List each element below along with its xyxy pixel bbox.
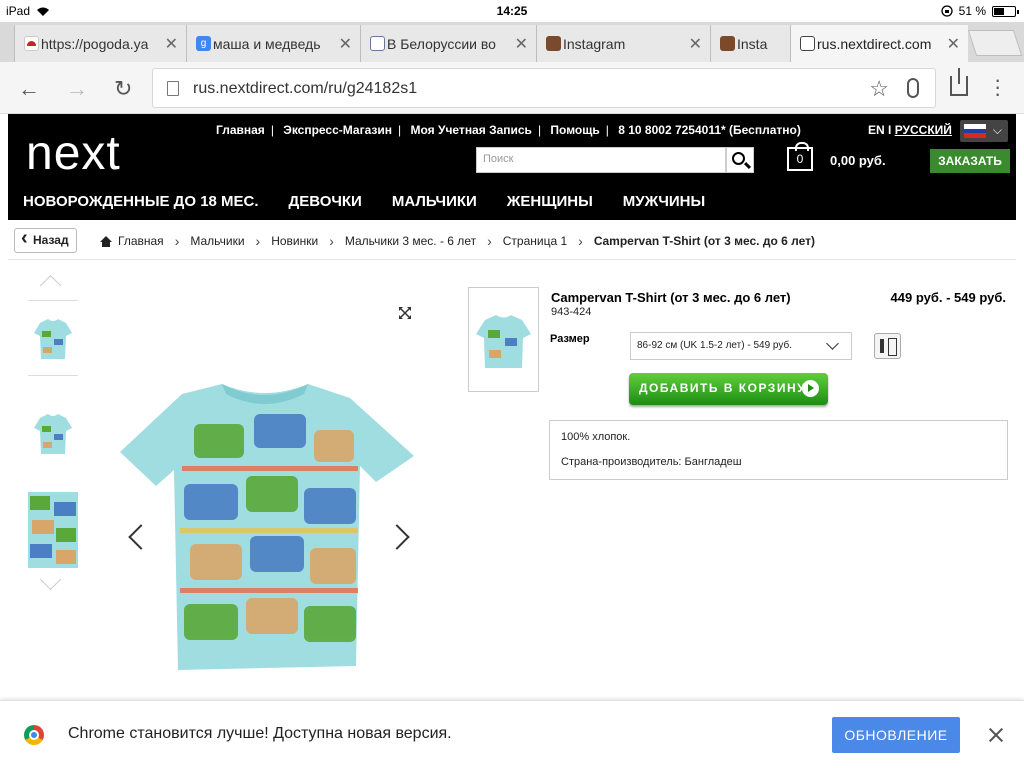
instagram-icon bbox=[546, 36, 561, 51]
shopping-bag-icon[interactable]: 0 bbox=[787, 142, 813, 171]
close-tab-icon[interactable]: ✕ bbox=[339, 34, 352, 54]
crumb-home[interactable]: Главная bbox=[118, 234, 164, 248]
lang-en[interactable]: EN I bbox=[868, 123, 891, 137]
thumbnail-back[interactable] bbox=[28, 396, 78, 472]
play-arrow-icon bbox=[802, 380, 819, 397]
microphone-icon[interactable] bbox=[907, 78, 919, 98]
nav-women[interactable]: ЖЕНЩИНЫ bbox=[507, 186, 593, 220]
color-swatch[interactable] bbox=[468, 287, 539, 392]
home-icon bbox=[100, 235, 112, 247]
ios-status-bar: iPad 14:25 51 % bbox=[0, 0, 1024, 22]
thumbnail-front[interactable] bbox=[28, 300, 78, 376]
size-select[interactable]: 86-92 см (UK 1.5-2 лет) - 549 руб. bbox=[630, 332, 852, 360]
expand-image-icon[interactable] bbox=[398, 306, 412, 320]
crumb-boys[interactable]: Мальчики bbox=[190, 234, 244, 248]
thumbnails-up-arrow-icon[interactable] bbox=[38, 274, 66, 288]
google-search-icon: g bbox=[196, 36, 211, 51]
link-my-account[interactable]: Моя Учетная Запись bbox=[410, 123, 531, 137]
next-image-arrow-icon[interactable] bbox=[392, 524, 408, 550]
status-time: 14:25 bbox=[496, 4, 528, 18]
forward-arrow-icon[interactable]: → bbox=[66, 76, 88, 102]
close-tab-icon[interactable]: ✕ bbox=[515, 34, 528, 54]
crumb-page-1[interactable]: Страница 1 bbox=[503, 234, 567, 248]
next-logo[interactable]: next bbox=[26, 126, 121, 181]
back-arrow-icon[interactable]: ← bbox=[18, 76, 40, 102]
close-tab-icon[interactable]: ✕ bbox=[165, 34, 178, 54]
url-text[interactable]: rus.nextdirect.com/ru/g24182s1 bbox=[193, 80, 417, 98]
breadcrumb-bar: Назад Главная› Мальчики› Новинки› Мальчи… bbox=[8, 220, 1016, 260]
chrome-update-infobar: Chrome становится лучше! Доступна новая … bbox=[0, 700, 1024, 768]
site-header: next Главная | Экспресс-Магазин | Моя Учет… bbox=[8, 114, 1016, 220]
size-label: Размер bbox=[550, 333, 590, 345]
material-text: 100% хлопок. bbox=[561, 431, 631, 443]
address-bar[interactable]: rus.nextdirect.com/ru/g24182s1 ☆ bbox=[152, 68, 936, 108]
browser-tab-strip: https://pogoda.ya ✕ g маша и медведь ✕ В… bbox=[0, 22, 1024, 62]
thumbnail-detail[interactable] bbox=[28, 492, 78, 568]
main-navigation: НОВОРОЖДЕННЫЕ ДО 18 МЕС. ДЕВОЧКИ МАЛЬЧИК… bbox=[8, 186, 1016, 220]
size-guide-icon[interactable] bbox=[874, 333, 901, 359]
product-main-image[interactable] bbox=[114, 384, 420, 674]
page-icon bbox=[167, 81, 179, 96]
search-input[interactable]: Поиск bbox=[476, 147, 726, 173]
battery-percent: 51 % bbox=[958, 4, 986, 18]
tab-instagram-2[interactable]: Insta bbox=[710, 25, 790, 62]
chevron-down-icon: ⌵ bbox=[992, 123, 1002, 137]
size-selected-value: 86-92 см (UK 1.5-2 лет) - 549 руб. bbox=[637, 340, 792, 351]
lang-ru[interactable]: РУССКИЙ bbox=[895, 123, 952, 137]
bookmark-star-icon[interactable]: ☆ bbox=[869, 76, 889, 102]
back-button[interactable]: Назад bbox=[14, 227, 77, 253]
search-button[interactable] bbox=[726, 147, 754, 173]
tab-masha[interactable]: g маша и медведь ✕ bbox=[186, 25, 360, 62]
link-help[interactable]: Помощь bbox=[550, 123, 599, 137]
product-title: Campervan T-Shirt (от 3 мес. до 6 лет) bbox=[551, 290, 791, 305]
overflow-menu-icon[interactable]: · · · bbox=[994, 69, 1001, 105]
product-description: 100% хлопок. Страна-производитель: Бангл… bbox=[549, 420, 1008, 480]
next-icon bbox=[800, 36, 815, 51]
close-icon[interactable] bbox=[986, 725, 1006, 745]
top-links: Главная | Экспресс-Магазин | Моя Учетная З… bbox=[216, 123, 801, 137]
close-tab-icon[interactable]: ✕ bbox=[947, 34, 960, 54]
new-tab-button[interactable] bbox=[967, 30, 1023, 56]
nav-boys[interactable]: МАЛЬЧИКИ bbox=[392, 186, 477, 220]
crumb-current: Campervan T-Shirt (от 3 мес. до 6 лет) bbox=[593, 234, 815, 248]
instagram-icon bbox=[720, 36, 735, 51]
orientation-lock-icon bbox=[940, 5, 953, 17]
link-express-store[interactable]: Экспресс-Магазин bbox=[283, 123, 392, 137]
crumb-new[interactable]: Новинки bbox=[271, 234, 318, 248]
phone-number: 8 10 8002 7254011* (Бесплатно) bbox=[618, 123, 801, 137]
nav-girls[interactable]: ДЕВОЧКИ bbox=[289, 186, 362, 220]
crumb-boys-3m-6y[interactable]: Мальчики 3 мес. - 6 лет bbox=[345, 234, 476, 248]
link-home[interactable]: Главная bbox=[216, 123, 265, 137]
update-message: Chrome становится лучше! Доступна новая … bbox=[68, 725, 452, 742]
tab-belarus[interactable]: В Белоруссии во ✕ bbox=[360, 25, 536, 62]
language-switch: EN I РУССКИЙ bbox=[868, 123, 952, 137]
update-button[interactable]: ОБНОВЛЕНИЕ bbox=[832, 717, 960, 753]
nav-men[interactable]: МУЖЧИНЫ bbox=[623, 186, 705, 220]
tab-pogoda[interactable]: https://pogoda.ya ✕ bbox=[14, 25, 186, 62]
origin-text: Страна-производитель: Бангладеш bbox=[561, 456, 742, 468]
chrome-logo-icon bbox=[24, 725, 44, 745]
bag-total[interactable]: 0,00 руб. bbox=[830, 153, 886, 168]
breadcrumb: Главная › Мальчики › Новинки › Мальчики 3 м… bbox=[100, 233, 815, 249]
product-code: 943-424 bbox=[551, 306, 592, 318]
web-page: next Главная | Экспресс-Магазин | Моя Учет… bbox=[8, 114, 1016, 700]
document-icon bbox=[370, 36, 385, 51]
yandex-weather-icon bbox=[24, 36, 39, 51]
close-tab-icon[interactable]: ✕ bbox=[689, 34, 702, 54]
thumbnails-down-arrow-icon[interactable] bbox=[38, 580, 66, 594]
nav-newborn[interactable]: НОВОРОЖДЕННЫЕ ДО 18 МЕС. bbox=[23, 186, 259, 220]
product-price: 449 руб. - 549 руб. bbox=[890, 290, 1006, 305]
add-to-cart-button[interactable]: ДОБАВИТЬ В КОРЗИНУ bbox=[629, 373, 828, 405]
tab-nextdirect[interactable]: rus.nextdirect.com ✕ bbox=[790, 25, 968, 62]
tab-instagram[interactable]: Instagram ✕ bbox=[536, 25, 710, 62]
reload-icon[interactable]: ↻ bbox=[114, 76, 132, 102]
previous-image-arrow-icon[interactable] bbox=[126, 524, 142, 550]
browser-toolbar: ← → ↻ rus.nextdirect.com/ru/g24182s1 ☆ ·… bbox=[0, 62, 1024, 114]
country-selector[interactable]: ⌵ bbox=[960, 120, 1008, 142]
battery-icon bbox=[992, 5, 1019, 17]
checkout-button[interactable]: ЗАКАЗАТЬ bbox=[930, 149, 1010, 173]
chevron-down-icon bbox=[826, 337, 839, 350]
share-icon[interactable] bbox=[950, 68, 968, 96]
russia-flag-icon bbox=[964, 124, 986, 138]
